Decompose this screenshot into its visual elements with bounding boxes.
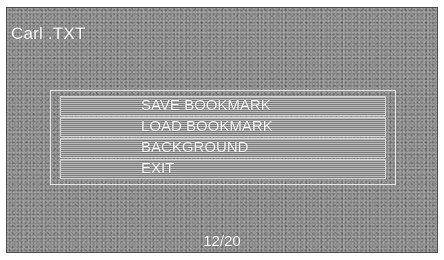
menu-item-load-bookmark[interactable]: LOAD BOOKMARK [60,117,386,137]
menu-item-exit[interactable]: EXIT [60,159,386,179]
menu-item-background[interactable]: BACKGROUND [60,138,386,158]
text-reader-screen: Carl .TXT SAVE BOOKMARK LOAD BOOKMARK BA… [6,7,438,253]
menu-item-save-bookmark[interactable]: SAVE BOOKMARK [60,96,386,116]
page-indicator: 12/20 [203,233,241,250]
file-title: Carl .TXT [11,24,86,43]
options-menu: SAVE BOOKMARK LOAD BOOKMARK BACKGROUND E… [50,90,396,185]
